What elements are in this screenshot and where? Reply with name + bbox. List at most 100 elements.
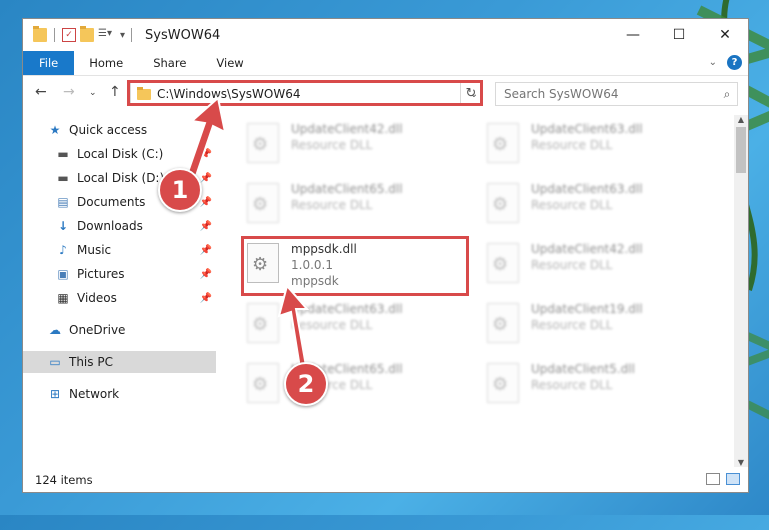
tab-home[interactable]: Home	[74, 51, 138, 75]
pin-icon[interactable]: 📌	[200, 293, 212, 304]
expand-ribbon-icon[interactable]: ⌄	[709, 57, 717, 68]
customize-toolbar-icon[interactable]: ☰▾	[98, 28, 112, 42]
scroll-down-icon[interactable]: ▼	[734, 458, 748, 467]
help-icon[interactable]: ?	[727, 55, 742, 70]
close-button[interactable]: ✕	[702, 19, 748, 51]
vertical-scrollbar[interactable]: ▲ ▼	[734, 115, 748, 467]
tab-view[interactable]: View	[201, 51, 258, 75]
folder-icon	[33, 26, 47, 42]
sidebar-item-local-disk-c[interactable]: ▬ Local Disk (C:) 📌	[23, 143, 216, 165]
dll-file-icon	[487, 243, 519, 283]
sidebar-item-music[interactable]: ♪ Music 📌	[23, 239, 216, 261]
back-arrow-icon[interactable]: ←	[35, 84, 47, 100]
properties-icon[interactable]: ✓	[62, 28, 76, 42]
file-description: Resource DLL	[531, 138, 613, 152]
navigation-pane: ★ Quick access ▬ Local Disk (C:) 📌 ▬ Loc…	[23, 115, 216, 467]
file-tile[interactable]: UpdateClient65.dll Resource DLL	[223, 177, 453, 233]
file-tile[interactable]: UpdateClient42.dll Resource DLL	[223, 117, 453, 173]
scrollbar-thumb[interactable]	[736, 127, 746, 173]
sidebar-item-onedrive[interactable]: ☁ OneDrive	[23, 319, 216, 341]
scroll-up-icon[interactable]: ▲	[734, 115, 748, 124]
drive-icon: ▬	[57, 147, 69, 161]
file-tile[interactable]: UpdateClient63.dll Resource DLL	[223, 297, 453, 353]
file-name: UpdateClient63.dll	[291, 302, 403, 316]
file-description: Resource DLL	[531, 318, 613, 332]
pin-icon[interactable]: 📌	[200, 245, 212, 256]
sidebar-item-label: This PC	[69, 355, 113, 369]
dll-file-icon	[247, 183, 279, 223]
window-controls: — ☐ ✕	[610, 19, 748, 51]
recent-locations-icon[interactable]: ⌄	[89, 88, 97, 98]
callout-badge-2: 2	[284, 362, 328, 406]
sidebar-item-network[interactable]: ⊞ Network	[23, 383, 216, 405]
sidebar-item-videos[interactable]: ▦ Videos 📌	[23, 287, 216, 309]
sidebar-item-label: Local Disk (D:)	[77, 171, 165, 185]
pin-icon[interactable]: 📌	[200, 221, 212, 232]
title-divider	[131, 28, 133, 42]
pin-icon[interactable]: 📌	[200, 149, 212, 160]
dll-file-icon	[247, 123, 279, 163]
sidebar-item-label: OneDrive	[69, 323, 126, 337]
videos-icon: ▦	[57, 291, 69, 305]
drive-icon: ▬	[57, 171, 69, 185]
file-name: UpdateClient42.dll	[291, 122, 403, 136]
status-bar: 124 items	[23, 468, 748, 492]
sidebar-item-label: Local Disk (C:)	[77, 147, 164, 161]
file-highlight-box	[241, 236, 469, 296]
toolbar-dropdown-icon[interactable]: ▾	[120, 30, 125, 41]
search-icon: ⌕	[723, 86, 731, 101]
callout-badge-1: 1	[158, 168, 202, 212]
file-tile[interactable]: UpdateClient42.dll Resource DLL	[463, 237, 693, 293]
file-description: Resource DLL	[531, 198, 613, 212]
search-input[interactable]	[496, 86, 717, 102]
pin-icon[interactable]: 📌	[200, 173, 212, 184]
sidebar-item-label: Videos	[77, 291, 117, 305]
documents-icon: ▤	[57, 195, 69, 209]
address-highlight-box	[127, 80, 483, 106]
file-name: UpdateClient19.dll	[531, 302, 643, 316]
pin-icon[interactable]: 📌	[200, 197, 212, 208]
file-description: Resource DLL	[531, 258, 613, 272]
file-tile[interactable]: UpdateClient5.dll Resource DLL	[463, 357, 693, 413]
sidebar-item-pictures[interactable]: ▣ Pictures 📌	[23, 263, 216, 285]
sidebar-item-this-pc[interactable]: ▭ This PC	[23, 351, 216, 373]
up-arrow-icon[interactable]: ↑	[109, 84, 121, 100]
sidebar-item-label: Network	[69, 387, 120, 401]
dll-file-icon	[247, 303, 279, 343]
sidebar-item-label: Quick access	[69, 123, 148, 137]
file-name: UpdateClient65.dll	[291, 182, 403, 196]
maximize-button[interactable]: ☐	[656, 19, 702, 51]
file-name: UpdateClient63.dll	[531, 122, 643, 136]
file-description: Resource DLL	[291, 318, 373, 332]
sidebar-item-downloads[interactable]: ↓ Downloads 📌	[23, 215, 216, 237]
pin-icon[interactable]: 📌	[200, 269, 212, 280]
sidebar-item-quick-access[interactable]: ★ Quick access	[23, 119, 216, 141]
dll-file-icon	[487, 123, 519, 163]
sidebar-item-label: Documents	[77, 195, 146, 209]
search-box[interactable]: ⌕	[495, 82, 738, 106]
tiles-view-icon[interactable]	[726, 473, 740, 485]
file-tile[interactable]: UpdateClient63.dll Resource DLL	[463, 177, 693, 233]
file-name: UpdateClient63.dll	[531, 182, 643, 196]
ribbon-right: ⌄ ?	[709, 55, 742, 70]
dll-file-icon	[247, 363, 279, 403]
file-name: UpdateClient42.dll	[531, 242, 643, 256]
new-folder-icon[interactable]	[80, 26, 94, 42]
details-view-icon[interactable]	[706, 473, 720, 485]
cloud-icon: ☁	[49, 323, 61, 337]
sidebar-item-label: Downloads	[77, 219, 143, 233]
file-tile[interactable]: UpdateClient65.dllResource DLL	[223, 357, 453, 413]
toolbar-divider	[54, 28, 55, 42]
forward-arrow-icon[interactable]: →	[63, 84, 75, 100]
file-description: Resource DLL	[291, 198, 373, 212]
file-tile[interactable]: UpdateClient19.dll Resource DLL	[463, 297, 693, 353]
dll-file-icon	[487, 183, 519, 223]
item-count: 124 items	[35, 473, 93, 487]
tab-share[interactable]: Share	[138, 51, 201, 75]
sidebar-item-label: Pictures	[77, 267, 125, 281]
music-icon: ♪	[59, 243, 67, 257]
minimize-button[interactable]: —	[610, 19, 656, 51]
file-tile[interactable]: UpdateClient63.dll Resource DLL	[463, 117, 693, 173]
tab-file[interactable]: File	[23, 51, 75, 75]
window-title: SysWOW64	[145, 27, 221, 43]
